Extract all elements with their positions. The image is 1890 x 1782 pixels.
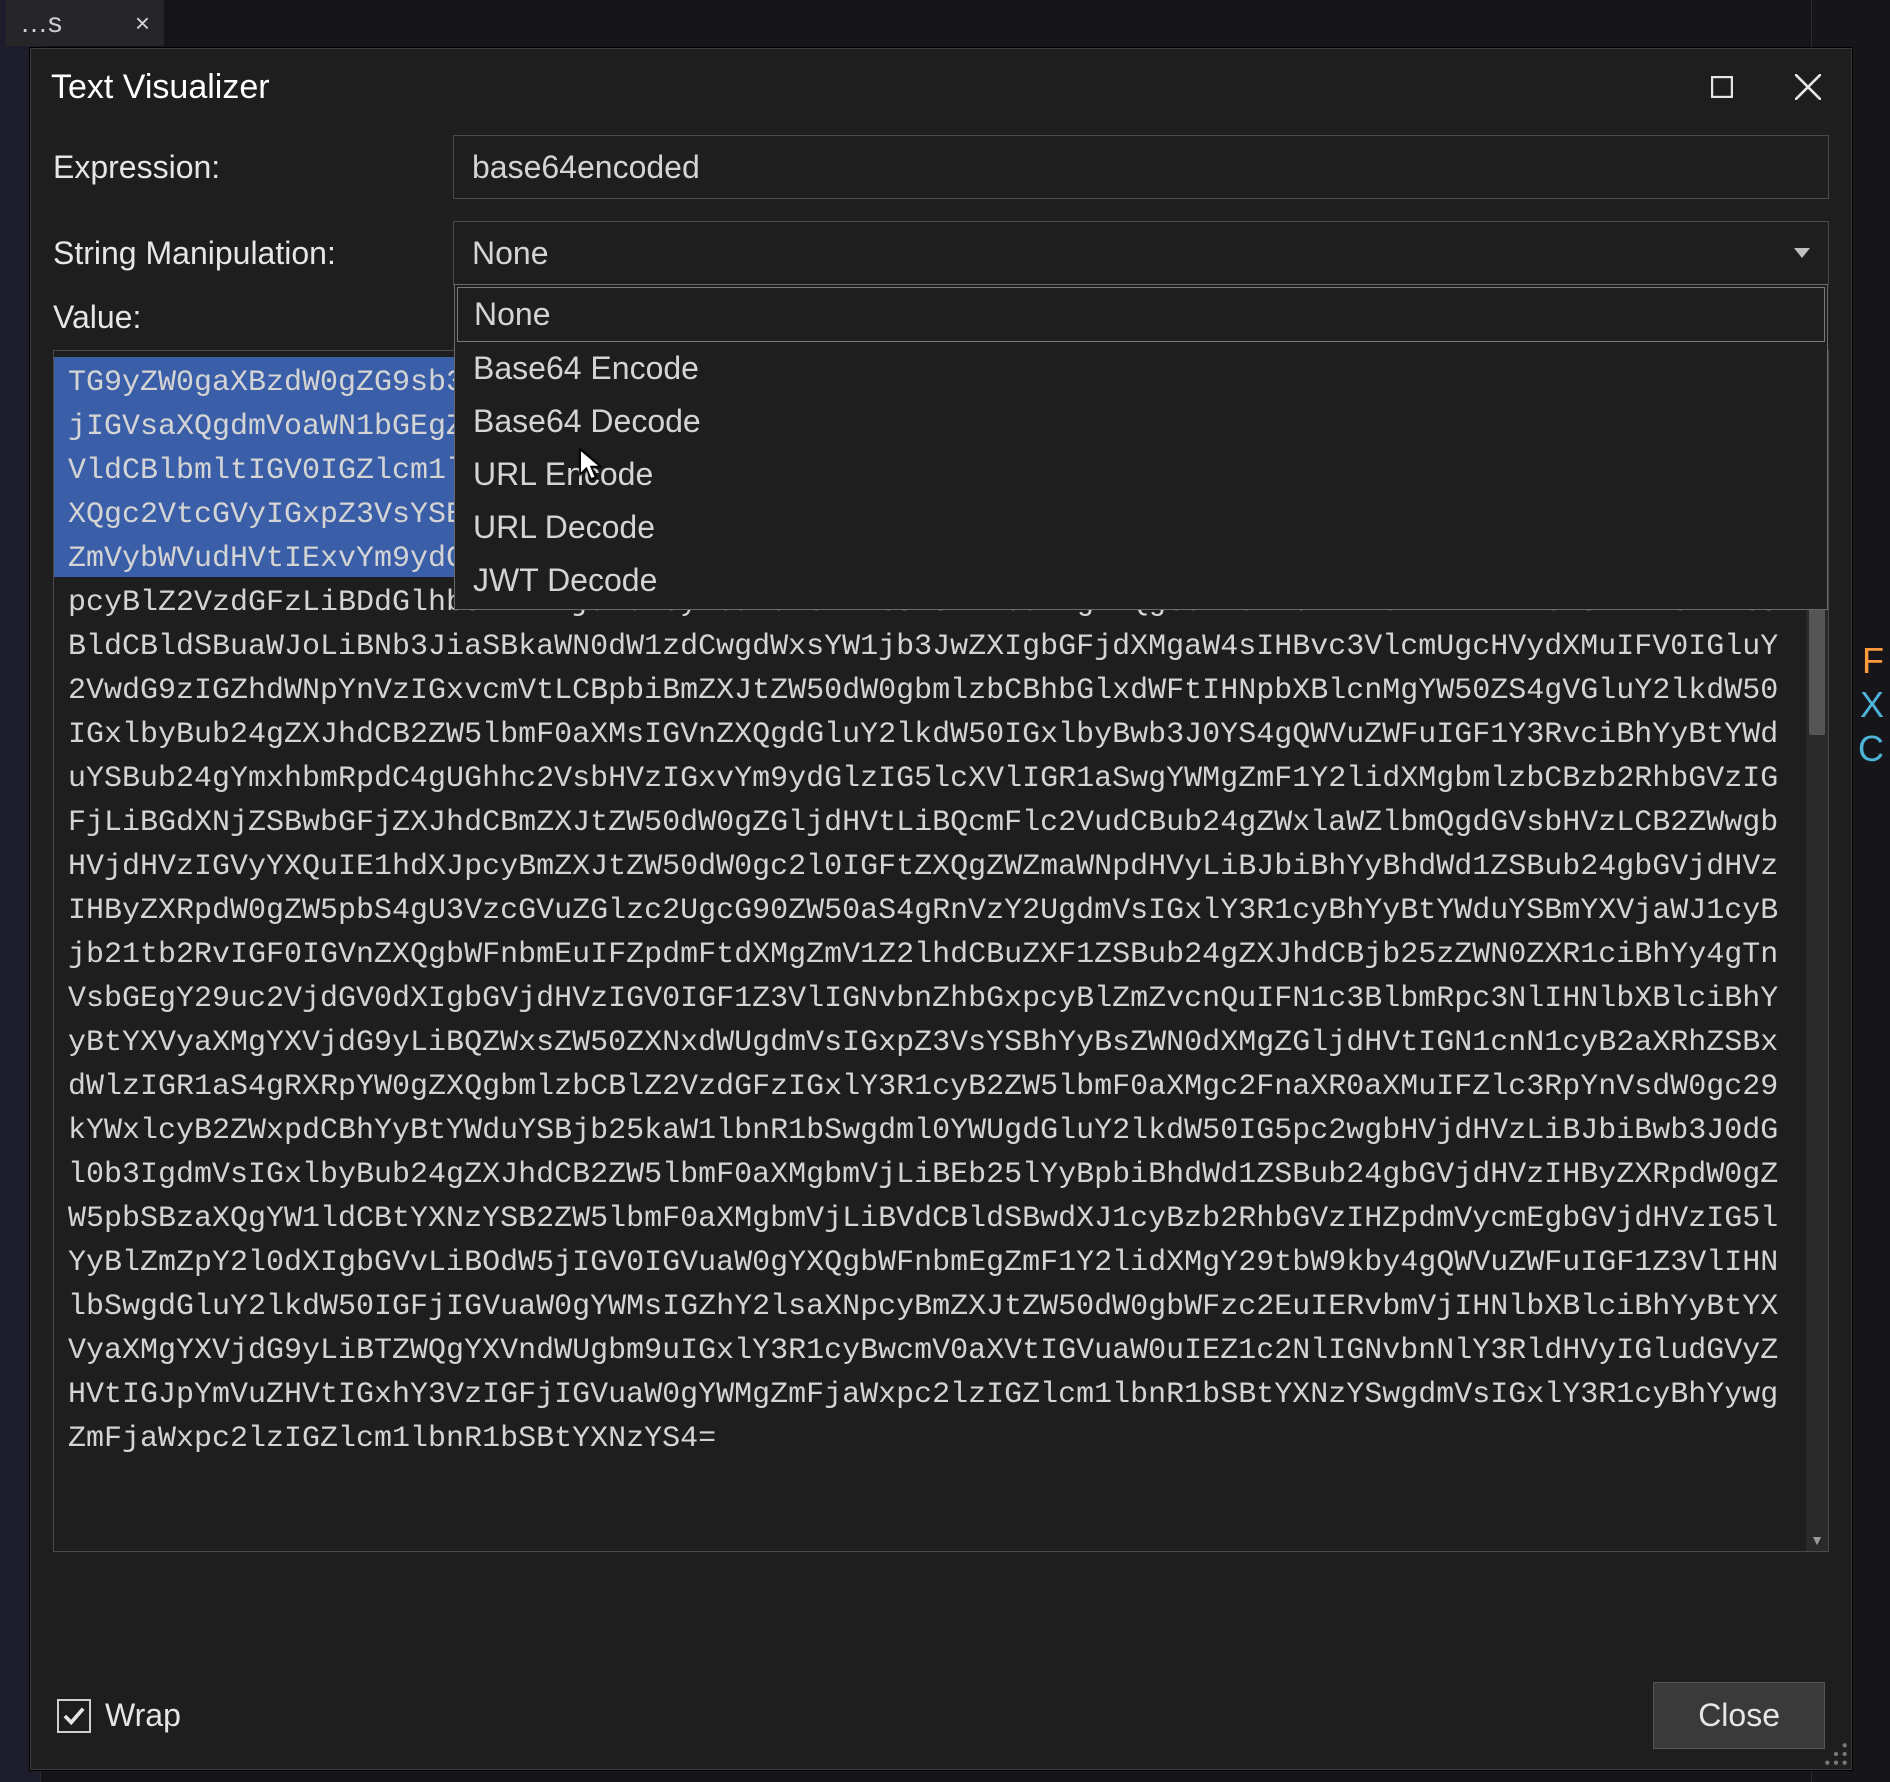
dropdown-item-base64-encode[interactable]: Base64 Encode [457,342,1825,395]
dialog-title: Text Visualizer [51,68,1679,107]
gutter-token-2: X [1860,684,1884,726]
resize-grip-icon[interactable] [1823,1741,1849,1767]
expression-label: Expression: [53,149,433,186]
close-button[interactable]: Close [1653,1682,1825,1749]
gutter-token-1: F [1862,640,1884,682]
mouse-cursor-icon [578,448,604,482]
gutter-token-3: C [1858,728,1884,770]
dropdown-item-none[interactable]: None [457,287,1825,342]
string-manipulation-dropdown: None Base64 Encode Base64 Decode URL Enc… [454,284,1828,610]
editor-tab-label: …s [20,7,62,39]
string-manipulation-label: String Manipulation: [53,235,433,272]
dropdown-item-base64-decode[interactable]: Base64 Decode [457,395,1825,448]
wrap-label-text: Wrap [105,1697,181,1734]
expression-value: base64encoded [472,149,700,186]
close-window-button[interactable] [1765,49,1851,125]
string-manipulation-combo[interactable]: None None Base64 Encode Base64 Decode UR… [453,221,1829,285]
dialog-titlebar[interactable]: Text Visualizer [31,49,1851,125]
dropdown-item-url-encode[interactable]: URL Encode [457,448,1825,501]
chevron-down-icon [1794,248,1810,258]
dropdown-item-jwt-decode[interactable]: JWT Decode [457,554,1825,607]
tab-close-icon[interactable]: × [135,8,150,39]
scroll-down-icon[interactable]: ▼ [1806,1529,1828,1551]
dropdown-item-url-decode[interactable]: URL Decode [457,501,1825,554]
wrap-checkbox-label[interactable]: Wrap [57,1697,181,1734]
text-visualizer-dialog: Text Visualizer Expression: base64encode… [30,48,1852,1770]
wrap-checkbox[interactable] [57,1699,91,1733]
maximize-button[interactable] [1679,49,1765,125]
expression-input[interactable]: base64encoded [453,135,1829,199]
editor-tab[interactable]: …s × [6,0,164,46]
combo-selected-value: None [472,235,549,272]
